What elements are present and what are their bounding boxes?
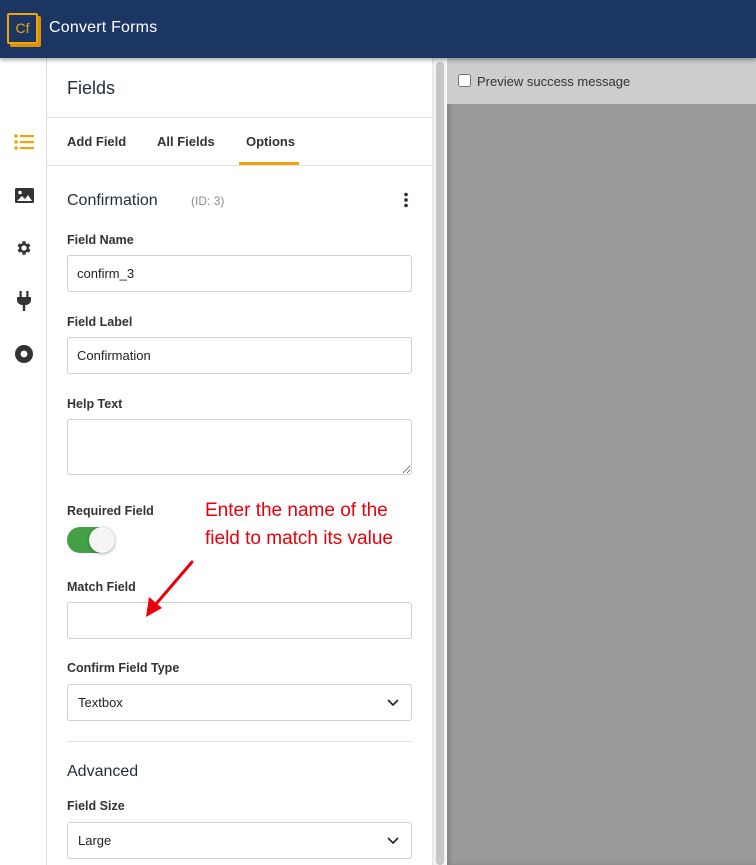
app-header: Cf Convert Forms (0, 0, 756, 58)
divider (47, 165, 432, 166)
preview-success-label[interactable]: Preview success message (477, 74, 630, 89)
logo[interactable]: Cf (7, 13, 38, 44)
sidebar-item-submissions[interactable] (13, 343, 35, 365)
panel-title: Fields (67, 78, 116, 98)
field-size-label: Field Size (67, 799, 125, 813)
help-text-label: Help Text (67, 397, 123, 411)
field-name-label: Field Name (67, 233, 134, 247)
chevron-down-icon (387, 699, 399, 707)
toggle-knob (89, 527, 115, 553)
tab-all-fields[interactable]: All Fields (157, 134, 215, 150)
sidebar-item-fields[interactable] (13, 131, 35, 153)
select-value: Large (78, 833, 112, 848)
image-icon (14, 187, 34, 203)
record-icon (15, 345, 33, 363)
required-field-label: Required Field (67, 504, 154, 518)
scrollbar-thumb[interactable] (436, 62, 444, 865)
section-divider (67, 741, 412, 742)
field-size-select[interactable]: Large (67, 822, 412, 859)
icon-sidebar (0, 58, 47, 865)
app-name: Convert Forms (49, 19, 158, 36)
divider (47, 117, 432, 118)
field-label-input[interactable] (67, 337, 412, 374)
sidebar-item-settings[interactable] (13, 237, 35, 259)
plug-icon (17, 291, 31, 311)
field-menu-button[interactable] (400, 191, 412, 209)
sidebar-item-integrations[interactable] (13, 290, 35, 312)
annotation-line: Enter the name of the (205, 500, 388, 521)
match-field-label: Match Field (67, 580, 136, 594)
match-field-input[interactable] (67, 602, 412, 639)
tab-add-field[interactable]: Add Field (67, 134, 126, 150)
confirm-field-type-select[interactable]: Textbox (67, 684, 412, 721)
preview-success-checkbox[interactable] (458, 74, 471, 87)
help-text-textarea[interactable] (67, 419, 412, 475)
tab-options[interactable]: Options (246, 134, 295, 150)
form-preview (447, 58, 756, 865)
required-field-toggle[interactable] (67, 527, 115, 553)
annotation-text: Enter the name of the field to match its… (205, 497, 393, 553)
kebab-menu-icon (404, 192, 408, 208)
chevron-down-icon (387, 837, 399, 845)
confirm-field-type-label: Confirm Field Type (67, 661, 180, 675)
gear-icon (17, 241, 31, 255)
list-icon (14, 134, 34, 150)
advanced-heading: Advanced (67, 763, 139, 780)
field-label-label: Field Label (67, 315, 133, 329)
field-type-heading: Confirmation (67, 192, 158, 209)
field-name-input[interactable] (67, 255, 412, 292)
sidebar-item-design[interactable] (13, 184, 35, 206)
annotation-line: field to match its value (205, 528, 393, 549)
select-value: Textbox (78, 695, 123, 710)
field-id: (ID: 3) (191, 194, 225, 208)
